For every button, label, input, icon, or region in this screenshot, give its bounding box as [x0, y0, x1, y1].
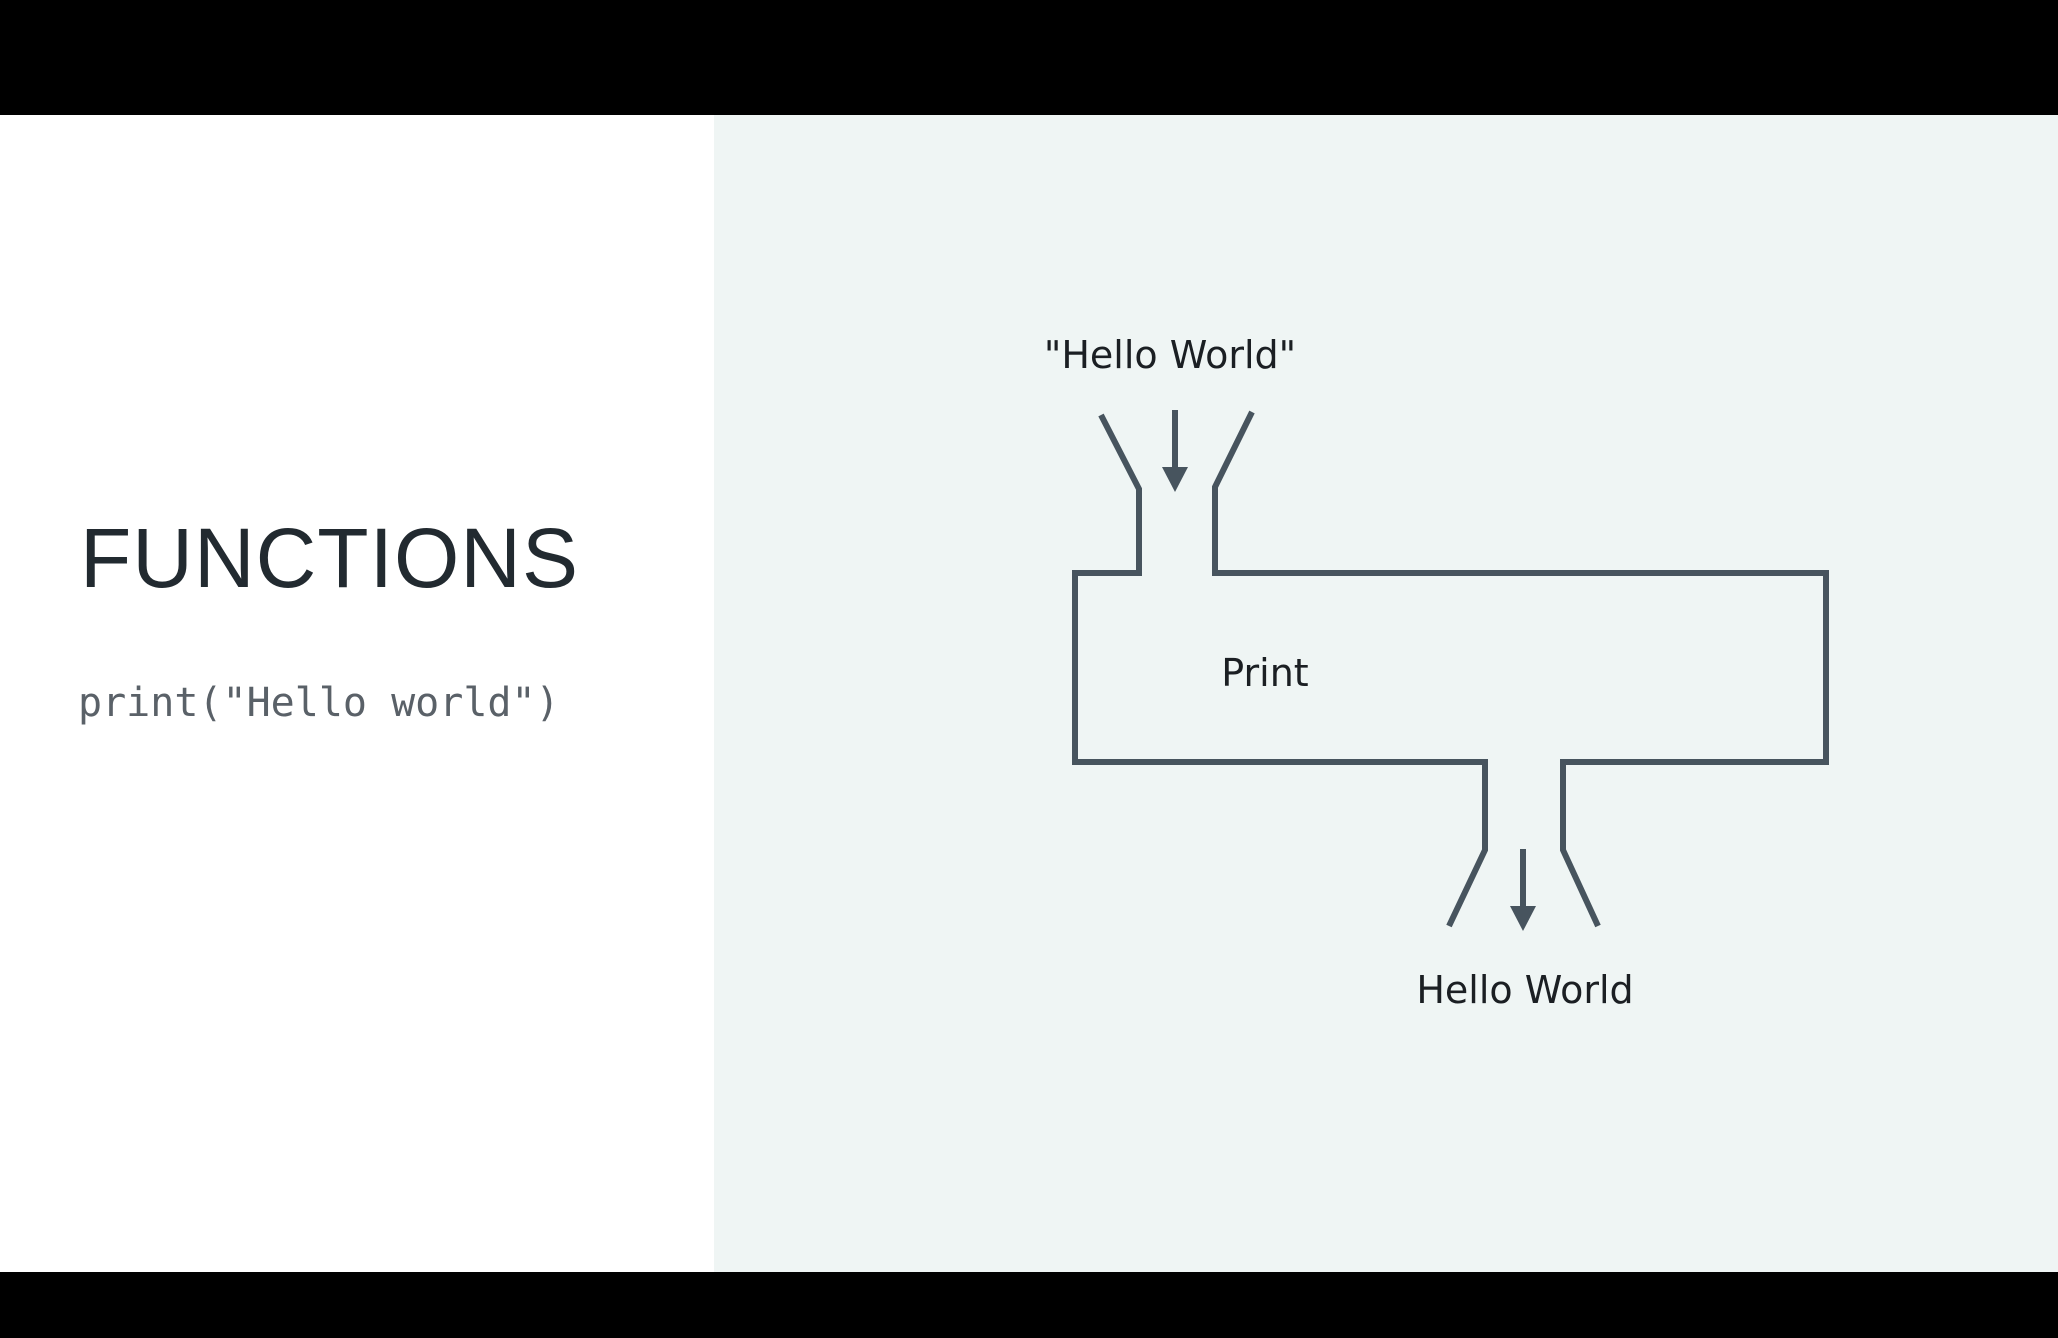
left-panel: FUNCTIONS print("Hello world") — [0, 115, 714, 1272]
right-panel: "Hello World" Print Hello World — [714, 115, 2058, 1272]
input-label: "Hello World" — [1044, 333, 1296, 377]
input-arrow-icon — [1162, 410, 1188, 492]
function-label: Print — [1221, 651, 1308, 695]
letterbox-bottom — [0, 1272, 2058, 1338]
output-label: Hello World — [1416, 968, 1633, 1012]
function-diagram: "Hello World" Print Hello World — [1044, 333, 1829, 1012]
code-snippet: print("Hello world") — [78, 680, 560, 726]
slide: FUNCTIONS print("Hello world") "Hello Wo… — [0, 115, 2058, 1272]
slide-title: FUNCTIONS — [80, 511, 579, 605]
letterbox-top — [0, 0, 2058, 115]
output-arrow-icon — [1510, 849, 1536, 931]
